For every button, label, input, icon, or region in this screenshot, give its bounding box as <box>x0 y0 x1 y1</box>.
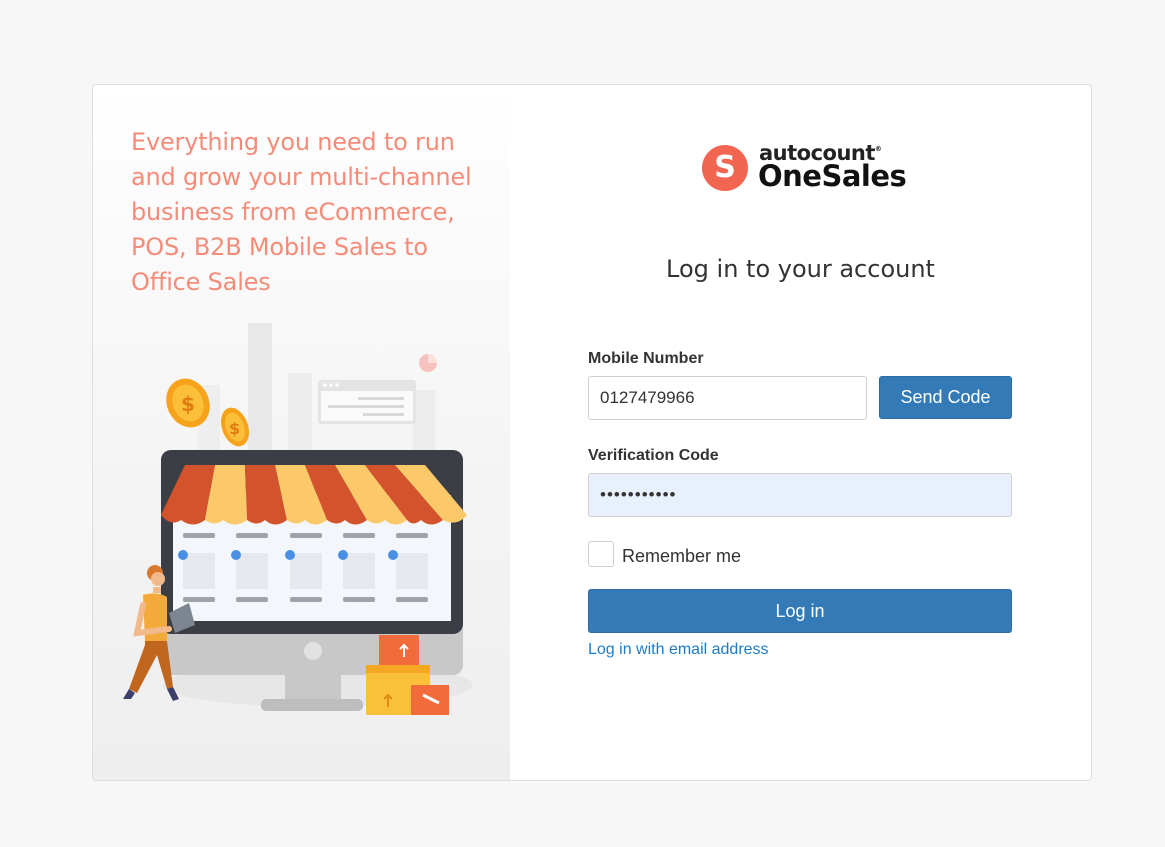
onesales-s-icon: S <box>702 145 748 191</box>
page-title: Log in to your account <box>666 255 935 283</box>
logo-brand-bottom: OneSales <box>758 159 907 193</box>
mobile-number-label: Mobile Number <box>588 350 704 367</box>
login-panel: S autocount® OneSales Log in to your acc… <box>510 85 1091 780</box>
mobile-number-input[interactable]: 0127479966 <box>588 376 867 420</box>
autocount-onesales-logo: S autocount® OneSales <box>702 141 907 195</box>
promo-panel: Everything you need to run and grow your… <box>93 85 510 780</box>
storefront-illustration: $ $ <box>123 323 473 715</box>
verification-code-label: Verification Code <box>588 447 719 464</box>
login-button[interactable]: Log in <box>588 589 1012 633</box>
email-login-link[interactable]: Log in with email address <box>588 641 769 659</box>
remember-me-checkbox[interactable] <box>588 541 614 567</box>
remember-me-label[interactable]: Remember me <box>622 546 741 567</box>
send-code-button[interactable]: Send Code <box>879 376 1012 419</box>
login-card: Everything you need to run and grow your… <box>92 84 1092 781</box>
svg-text:$: $ <box>229 419 240 438</box>
promo-tagline: Everything you need to run and grow your… <box>131 128 472 296</box>
verification-code-input[interactable]: ••••••••••• <box>588 473 1012 517</box>
svg-text:$: $ <box>181 392 195 416</box>
